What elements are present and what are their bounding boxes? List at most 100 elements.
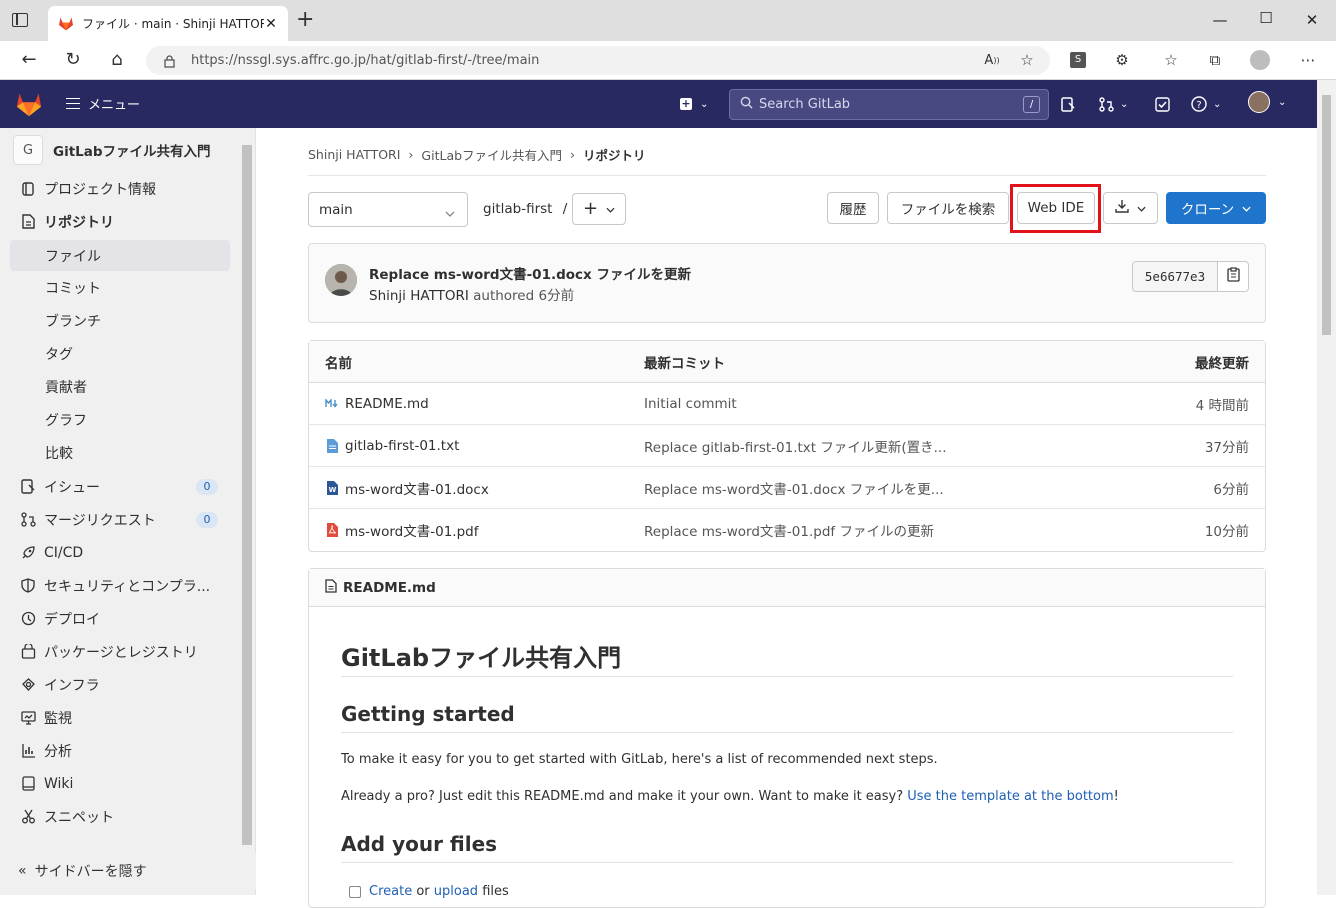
page-scrollbar-thumb[interactable]	[1322, 95, 1331, 335]
file-commit[interactable]: Replace gitlab-first-01.txt ファイル更新(置き...	[644, 425, 947, 466]
breadcrumb-chevron-icon: ›	[570, 147, 576, 162]
breadcrumb: Shinji HATTORI › GitLabファイル共有入門 › リポジトリ	[308, 145, 654, 164]
merge-requests-count-badge: 0	[196, 511, 218, 528]
table-row[interactable]: W ms-word文書-01.docx Replace ms-word文書-01…	[309, 467, 1265, 509]
todo-nav-icon[interactable]	[1155, 95, 1170, 113]
sidebar-item-compare[interactable]: 比較	[10, 437, 230, 468]
sidebar-item-security[interactable]: セキュリティとコンプラ...	[10, 570, 230, 601]
back-icon[interactable]: ←	[18, 49, 40, 71]
help-nav-icon[interactable]: ? ⌄	[1191, 95, 1221, 113]
issues-nav-icon[interactable]	[1061, 95, 1075, 113]
sidebar-item-contributors[interactable]: 貢献者	[10, 371, 230, 402]
file-name-cell: gitlab-first-01.txt	[325, 425, 459, 466]
sidebar-item-repository[interactable]: リポジトリ	[10, 206, 230, 237]
clone-label: クローン	[1180, 202, 1235, 218]
clone-button[interactable]: クローン	[1166, 192, 1266, 224]
repo-path-name[interactable]: gitlab-first	[483, 201, 552, 217]
sidebar-item-commits[interactable]: コミット	[10, 272, 230, 303]
project-header[interactable]: G GitLabファイル共有入門	[13, 135, 211, 165]
browser-tab[interactable]: ファイル · main · Shinji HATTORI / G ✕	[48, 6, 288, 41]
sidebar-item-tags[interactable]: タグ	[10, 338, 230, 369]
sidebar-item-branches[interactable]: ブランチ	[10, 305, 230, 336]
sidebar-item-wiki[interactable]: Wiki	[10, 768, 230, 799]
favorite-add-icon[interactable]: ☆	[1017, 50, 1037, 70]
find-file-button[interactable]: ファイルを検索	[887, 192, 1009, 224]
sidebar-scrollbar[interactable]	[242, 145, 252, 845]
history-button[interactable]: 履歴	[827, 192, 879, 224]
readme-filename[interactable]: README.md	[343, 580, 436, 596]
sidebar-item-merge-requests[interactable]: マージリクエスト 0	[10, 504, 230, 535]
new-dropdown-icon[interactable]: + ⌄	[680, 95, 708, 113]
sidebar-item-monitor[interactable]: 監視	[10, 702, 230, 733]
sidebar-item-deploy[interactable]: デプロイ	[10, 603, 230, 634]
extension-s-icon[interactable]: S	[1068, 50, 1088, 70]
tab-actions-icon[interactable]	[12, 13, 28, 27]
commit-author-avatar[interactable]	[325, 264, 357, 296]
commit-author[interactable]: Shinji HATTORI	[369, 288, 469, 304]
copy-sha-button[interactable]	[1217, 261, 1249, 292]
sidebar-item-analytics[interactable]: 分析	[10, 735, 230, 766]
more-icon[interactable]: ⋯	[1298, 50, 1318, 70]
commit-sha[interactable]: 5e6677e3	[1132, 261, 1218, 292]
file-name[interactable]: README.md	[345, 396, 429, 412]
divider	[341, 732, 1233, 733]
page-scrollbar[interactable]	[1317, 80, 1336, 895]
refresh-icon[interactable]: ↻	[62, 49, 84, 71]
url-bar[interactable]: https://nssgl.sys.affrc.go.jp/hat/gitlab…	[146, 46, 1050, 75]
favorites-icon[interactable]: ☆	[1161, 50, 1181, 70]
file-name[interactable]: ms-word文書-01.pdf	[345, 520, 478, 540]
checkbox[interactable]	[349, 885, 361, 898]
user-avatar-icon[interactable]: ⌄	[1248, 91, 1286, 113]
table-row[interactable]: gitlab-first-01.txt Replace gitlab-first…	[309, 425, 1265, 467]
sidebar-item-snippets[interactable]: スニペット	[10, 801, 230, 832]
file-commit[interactable]: Replace ms-word文書-01.pdf ファイルの更新	[644, 509, 934, 551]
sidebar-item-label: グラフ	[45, 412, 87, 429]
sidebar-item-graph[interactable]: グラフ	[10, 404, 230, 435]
window-close-icon[interactable]: ✕	[1302, 11, 1322, 29]
maximize-icon[interactable]: ☐	[1256, 9, 1276, 27]
profile-icon[interactable]	[1250, 50, 1270, 70]
breadcrumb-chevron-icon: ›	[408, 147, 414, 162]
merge-requests-nav-icon[interactable]: ⌄	[1099, 95, 1128, 113]
sidebar-item-label: タグ	[45, 346, 73, 363]
new-tab-icon[interactable]: +	[296, 9, 314, 31]
readme-text: Already a pro? Just edit this README.md …	[341, 789, 908, 804]
sidebar-item-infrastructure[interactable]: インフラ	[10, 669, 230, 700]
file-name[interactable]: gitlab-first-01.txt	[345, 438, 459, 454]
gitlab-logo-icon[interactable]	[15, 91, 43, 121]
sidebar-item-cicd[interactable]: CI/CD	[10, 537, 230, 568]
commit-title[interactable]: Replace ms-word文書-01.docx ファイルを更新	[369, 263, 691, 283]
home-icon[interactable]: ⌂	[106, 49, 128, 71]
tab-close-icon[interactable]: ✕	[264, 16, 278, 32]
table-row[interactable]: README.md Initial commit 4 時間前	[309, 383, 1265, 425]
template-link[interactable]: Use the template at the bottom	[907, 789, 1113, 804]
add-dropdown-button[interactable]: +	[572, 193, 626, 225]
sidebar-item-label: セキュリティとコンプラ...	[44, 578, 211, 595]
sidebar-item-packages[interactable]: パッケージとレジストリ	[10, 636, 230, 667]
collapse-sidebar-button[interactable]: « サイドバーを隠す	[0, 853, 256, 889]
breadcrumb-project[interactable]: GitLabファイル共有入門	[421, 145, 562, 164]
read-aloud-icon[interactable]: A))	[982, 50, 1002, 70]
branch-selector[interactable]: main	[308, 192, 468, 227]
table-row[interactable]: ms-word文書-01.pdf Replace ms-word文書-01.pd…	[309, 509, 1265, 551]
create-link[interactable]: Create	[369, 884, 412, 899]
sidebar-item-project-info[interactable]: プロジェクト情報	[10, 173, 230, 204]
upload-link[interactable]: upload	[434, 884, 478, 899]
file-name[interactable]: ms-word文書-01.docx	[345, 478, 489, 498]
file-updated: 4 時間前	[1195, 397, 1249, 414]
file-commit[interactable]: Replace ms-word文書-01.docx ファイルを更...	[644, 467, 944, 508]
menu-button[interactable]: メニュー	[66, 94, 140, 113]
sidebar-item-label: 分析	[44, 743, 72, 760]
sidebar-item-issues[interactable]: イシュー 0	[10, 471, 230, 502]
collections-icon[interactable]: ⧉	[1205, 50, 1225, 70]
search-input[interactable]: Search GitLab /	[729, 89, 1049, 120]
highlight-box	[1010, 184, 1101, 233]
file-commit[interactable]: Initial commit	[644, 383, 737, 424]
sidebar-item-files[interactable]: ファイル	[10, 240, 230, 271]
minimize-icon[interactable]: —	[1210, 11, 1230, 29]
breadcrumb-owner[interactable]: Shinji HATTORI	[308, 147, 400, 162]
extensions-icon[interactable]: ⚙	[1112, 50, 1132, 70]
breadcrumb-current[interactable]: リポジトリ	[583, 145, 646, 164]
download-dropdown-button[interactable]	[1103, 192, 1158, 224]
divider	[308, 175, 1266, 176]
